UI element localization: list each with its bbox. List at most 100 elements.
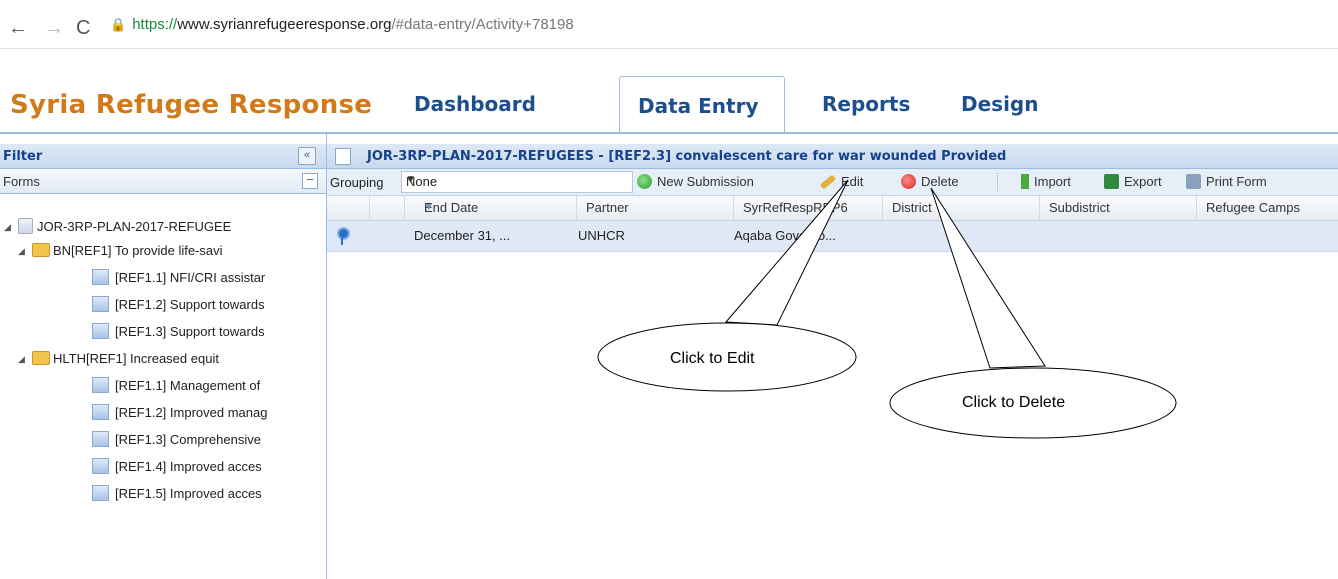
tree-item-folder[interactable]: ◢ BN[REF1] To provide life-savi — [18, 240, 318, 264]
grouping-label: Grouping — [330, 175, 384, 190]
table-row[interactable]: December 31, ... UNHCR Aqaba Governo... — [327, 221, 1338, 252]
form-icon — [92, 404, 109, 420]
column-label: SyrRefRespRRP6 — [743, 200, 848, 215]
lock-icon: 🔒 — [110, 17, 127, 32]
tree-item-folder[interactable]: ◢ HLTH[REF1] Increased equit — [18, 348, 318, 372]
cell-end-date: December 31, ... — [414, 228, 511, 243]
app-header: Syria Refugee Response Dashboard Data En… — [0, 66, 1338, 133]
column-label: Refugee Camps — [1206, 200, 1300, 215]
brand-title: Syria Refugee Response — [10, 90, 373, 120]
edit-callout-text: Click to Edit — [670, 350, 755, 367]
new-submission-label: New Submission — [657, 174, 754, 189]
collapse-forms-icon[interactable]: − — [302, 173, 318, 189]
tree-item-label: [REF1.1] NFI/CRI assistar — [115, 270, 266, 285]
grid-toolbar: Grouping None ▼ New Submission Edit Dele… — [327, 169, 1338, 196]
location-pin-icon — [337, 227, 350, 245]
tree-item-form[interactable]: [REF1.2] Support towards — [92, 294, 318, 318]
divider — [0, 48, 1338, 49]
export-button[interactable]: Export — [1104, 174, 1162, 189]
tab-dashboard[interactable]: Dashboard — [414, 92, 536, 116]
tree-item-label: [REF1.3] Comprehensive — [115, 432, 261, 447]
column-label: District — [892, 200, 932, 215]
cell-location: Aqaba Governo... — [734, 228, 836, 243]
form-icon — [92, 269, 109, 285]
column-district[interactable]: District — [882, 196, 1040, 220]
forms-header[interactable]: Forms − — [0, 169, 326, 194]
grid-title: JOR-3RP-PLAN-2017-REFUGEES - [REF2.3] co… — [367, 149, 1007, 164]
tree-item-database[interactable]: ◢ JOR-3RP-PLAN-2017-REFUGEE — [4, 216, 318, 240]
expand-arrow-icon[interactable]: ◢ — [18, 240, 25, 262]
import-label: Import — [1034, 174, 1071, 189]
delete-icon — [901, 174, 916, 189]
tree-item-form[interactable]: [REF1.1] Management of — [92, 375, 318, 399]
url-host: www.syrianrefugeeresponse.org — [177, 16, 392, 33]
tree-item-label: [REF1.2] Support towards — [115, 297, 265, 312]
tree-item-label: [REF1.4] Improved acces — [115, 459, 262, 474]
column-label: Subdistrict — [1049, 200, 1110, 215]
address-bar[interactable]: 🔒 https://www.syrianrefugeeresponse.org/#… — [110, 16, 574, 33]
delete-button[interactable]: Delete — [901, 174, 959, 189]
delete-callout-text: Click to Delete — [962, 394, 1066, 411]
cell-partner: UNHCR — [578, 228, 625, 243]
database-icon — [18, 218, 33, 234]
forward-arrow-icon[interactable]: → — [44, 18, 64, 38]
folder-icon — [32, 351, 50, 365]
new-submission-button[interactable]: New Submission — [637, 174, 754, 189]
column-end-date[interactable]: End Date ▼ — [404, 196, 577, 220]
import-button[interactable]: Import — [1021, 174, 1071, 189]
form-icon — [92, 458, 109, 474]
tab-data-entry-label: Data Entry — [638, 94, 759, 118]
edit-button[interactable]: Edit — [819, 174, 864, 190]
back-arrow-icon[interactable]: ← — [8, 18, 28, 38]
tree-item-form[interactable]: [REF1.2] Improved manag — [92, 402, 318, 426]
form-icon — [92, 377, 109, 393]
tab-data-entry[interactable]: Data Entry — [619, 76, 785, 133]
grid-title-bar: JOR-3RP-PLAN-2017-REFUGEES - [REF2.3] co… — [327, 144, 1338, 169]
import-icon — [1021, 174, 1029, 189]
print-form-button[interactable]: Print Form — [1186, 174, 1267, 189]
column-label: Partner — [586, 200, 629, 215]
expand-arrow-icon[interactable]: ◢ — [18, 348, 25, 370]
tree-item-label: [REF1.3] Support towards — [115, 324, 265, 339]
excel-icon — [1104, 174, 1119, 189]
reload-icon[interactable]: C — [76, 18, 90, 38]
tree-item-form[interactable]: [REF1.5] Improved acces — [92, 483, 318, 507]
column-lock — [369, 196, 405, 220]
url-scheme: https:// — [132, 16, 178, 33]
tree-item-label: JOR-3RP-PLAN-2017-REFUGEE — [37, 219, 232, 234]
url-path: /#data-entry/Activity+78198 — [391, 16, 574, 33]
column-subdistrict[interactable]: Subdistrict — [1039, 196, 1197, 220]
form-icon — [92, 296, 109, 312]
filter-panel: Filter « Forms − ◢ JOR-3RP-PLAN-2017-REF… — [0, 134, 327, 579]
column-icon — [327, 196, 370, 220]
chevron-down-icon[interactable]: ▼ — [406, 174, 626, 185]
column-refugee-camps[interactable]: Refugee Camps — [1196, 196, 1338, 220]
tree-item-label: BN[REF1] To provide life-savi — [53, 243, 223, 258]
tree-item-label: [REF1.5] Improved acces — [115, 486, 262, 501]
toolbar-separator — [997, 173, 998, 191]
pencil-icon — [819, 174, 837, 190]
printer-icon — [1186, 174, 1201, 189]
tree-item-label: [REF1.2] Improved manag — [115, 405, 268, 420]
tree-item-form[interactable]: [REF1.3] Support towards — [92, 321, 318, 345]
tree-item-label: [REF1.1] Management of — [115, 378, 261, 393]
column-partner[interactable]: Partner — [576, 196, 734, 220]
tab-design[interactable]: Design — [961, 92, 1038, 116]
tree-item-label: HLTH[REF1] Increased equit — [53, 351, 219, 366]
forms-label: Forms — [3, 174, 40, 189]
grouping-select[interactable]: None ▼ — [401, 171, 633, 193]
print-form-label: Print Form — [1206, 174, 1267, 189]
grid-panel: JOR-3RP-PLAN-2017-REFUGEES - [REF2.3] co… — [327, 134, 1338, 579]
filter-header: Filter « — [0, 144, 326, 169]
collapse-panel-button[interactable]: « — [298, 147, 316, 165]
tree-item-form[interactable]: [REF1.3] Comprehensive — [92, 429, 318, 453]
column-syrrefresprrp6[interactable]: SyrRefRespRRP6 — [733, 196, 883, 220]
grid-column-header: End Date ▼ Partner SyrRefRespRRP6 Distri… — [327, 196, 1338, 221]
tab-reports[interactable]: Reports — [822, 92, 910, 116]
edit-label: Edit — [841, 174, 864, 189]
form-icon — [92, 431, 109, 447]
tree-item-form[interactable]: [REF1.4] Improved acces — [92, 456, 318, 480]
tree-item-form[interactable]: [REF1.1] NFI/CRI assistar — [92, 267, 318, 291]
expand-arrow-icon[interactable]: ◢ — [4, 216, 11, 238]
form-icon — [92, 485, 109, 501]
